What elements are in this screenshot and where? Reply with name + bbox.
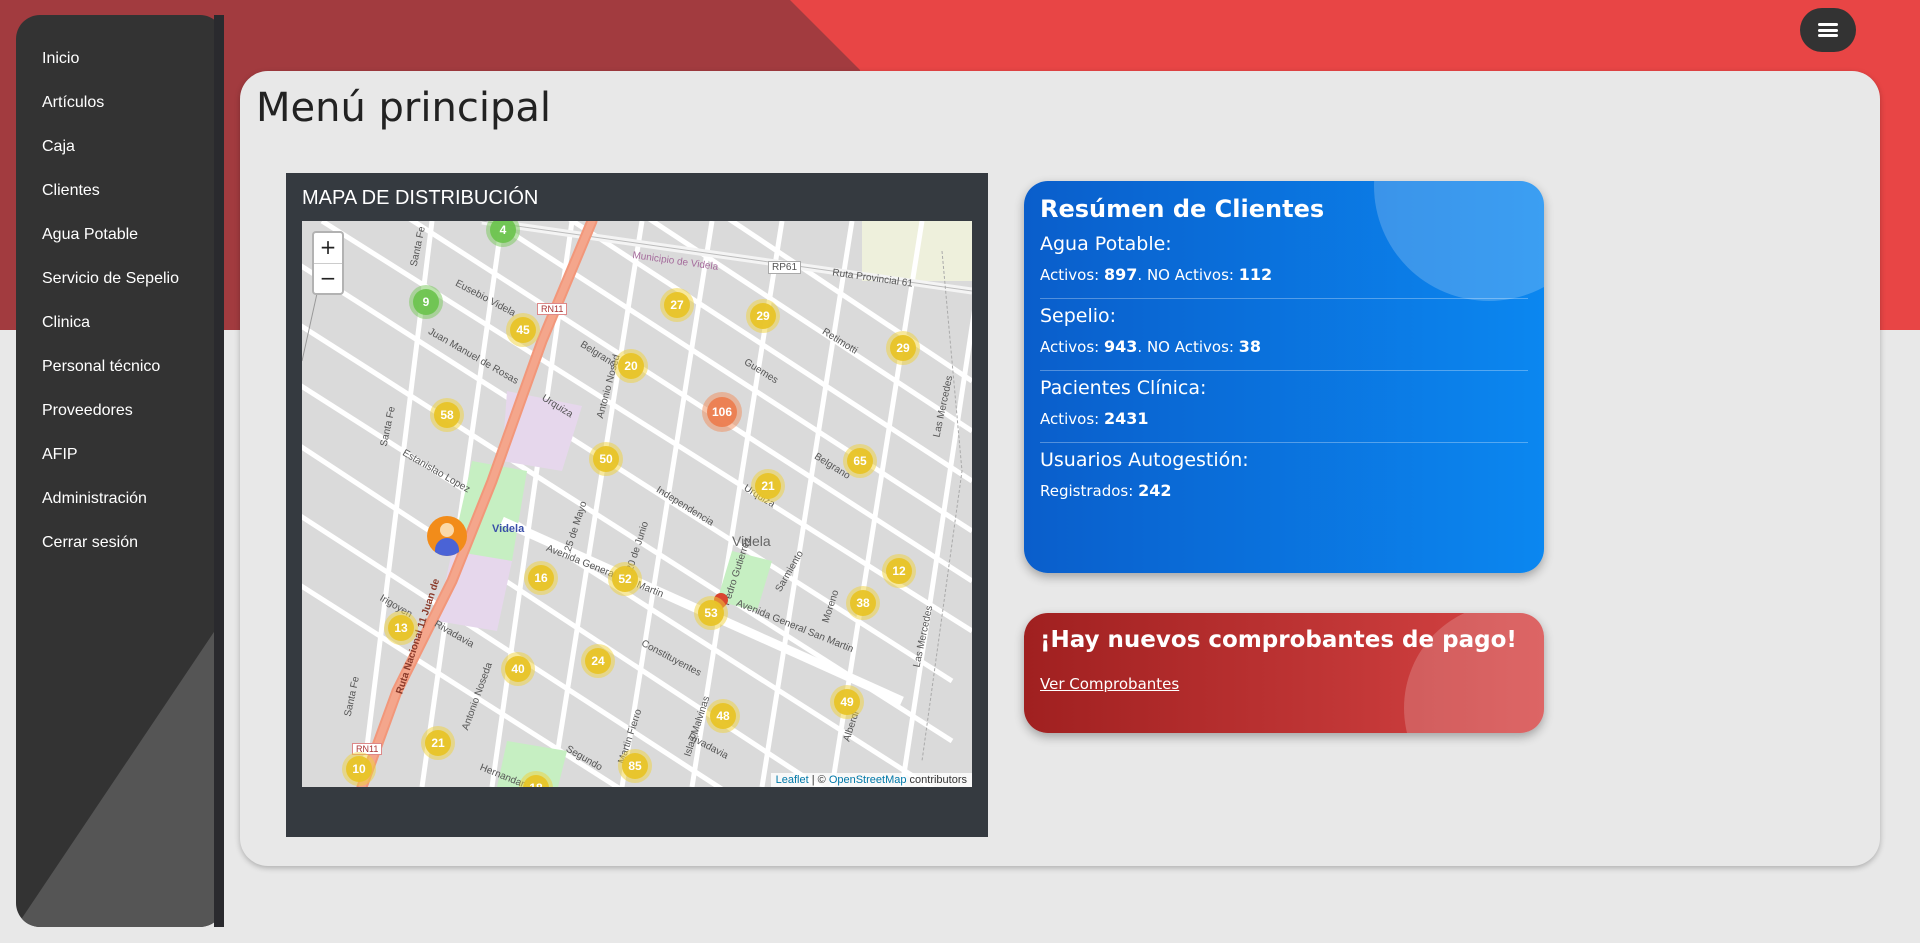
map-label-town-marker: Videla bbox=[492, 523, 525, 535]
map-cluster[interactable]: 9 bbox=[409, 285, 443, 319]
sepelio-active-label: Activos: bbox=[1040, 338, 1100, 356]
sidebar-item-servicio-sepelio[interactable]: Servicio de Sepelio bbox=[16, 257, 224, 301]
main-panel: Menú principal MAPA DE DISTRIBUCIÓN Muni… bbox=[240, 71, 1880, 866]
sidebar-item-agua-potable[interactable]: Agua Potable bbox=[16, 213, 224, 257]
sidebar-item-clientes[interactable]: Clientes bbox=[16, 169, 224, 213]
map-cluster[interactable]: 53 bbox=[694, 596, 728, 630]
sepelio-active-count: 943 bbox=[1104, 337, 1138, 356]
map-zoom-control: + − bbox=[312, 231, 344, 295]
map-cluster[interactable]: 27 bbox=[660, 288, 694, 322]
map-cluster[interactable]: 38 bbox=[846, 586, 880, 620]
agua-active-label: Activos: bbox=[1040, 266, 1100, 284]
agua-stats: Activos: 897. NO Activos: 112 bbox=[1040, 265, 1528, 284]
summary-agua-potable: Agua Potable: Activos: 897. NO Activos: … bbox=[1040, 227, 1528, 299]
map-cluster[interactable]: 24 bbox=[581, 644, 615, 678]
map-cluster[interactable]: 48 bbox=[706, 699, 740, 733]
menu-toggle-button[interactable] bbox=[1800, 8, 1856, 52]
map-cluster[interactable]: 40 bbox=[501, 652, 535, 686]
map-tiles bbox=[302, 221, 972, 787]
zoom-in-button[interactable]: + bbox=[314, 233, 342, 263]
user-location-marker-icon[interactable] bbox=[427, 516, 467, 556]
attribution-suffix: contributors bbox=[906, 774, 967, 786]
map-cluster[interactable]: 65 bbox=[843, 444, 877, 478]
map-cluster[interactable]: 21 bbox=[421, 726, 455, 760]
agua-active-count: 897 bbox=[1104, 265, 1138, 284]
sepelio-inactive-count: 38 bbox=[1238, 337, 1262, 356]
sidebar-item-administracion[interactable]: Administración bbox=[16, 477, 224, 521]
map-cluster[interactable]: 52 bbox=[608, 562, 642, 596]
usuarios-registered-count: 242 bbox=[1138, 481, 1172, 500]
clinica-heading: Pacientes Clínica: bbox=[1040, 377, 1207, 399]
page-title: Menú principal bbox=[256, 85, 551, 131]
map-attribution: Leaflet | © OpenStreetMap contributors bbox=[770, 773, 972, 787]
clients-summary-card: Resúmen de Clientes Agua Potable: Activo… bbox=[1024, 181, 1544, 573]
view-receipts-link[interactable]: Ver Comprobantes bbox=[1040, 675, 1179, 693]
map-cluster[interactable]: 12 bbox=[882, 554, 916, 588]
sidebar: Inicio Artículos Caja Clientes Agua Pota… bbox=[16, 15, 224, 927]
sidebar-item-proveedores[interactable]: Proveedores bbox=[16, 389, 224, 433]
openstreetmap-link[interactable]: OpenStreetMap bbox=[829, 774, 907, 786]
map-label-rn11-top: RN11 bbox=[537, 303, 568, 315]
sidebar-item-cerrar-sesion[interactable]: Cerrar sesión bbox=[16, 521, 224, 565]
clinica-active-label: Activos: bbox=[1040, 410, 1100, 428]
map-cluster[interactable]: 45 bbox=[506, 313, 540, 347]
map-cluster[interactable]: 29 bbox=[886, 331, 920, 365]
map-cluster[interactable]: 21 bbox=[751, 469, 785, 503]
summary-usuarios: Usuarios Autogestión: Registrados: 242 bbox=[1040, 443, 1528, 514]
agua-inactive-label: . NO Activos: bbox=[1137, 266, 1234, 284]
map-cluster[interactable]: 49 bbox=[830, 685, 864, 719]
map-title: MAPA DE DISTRIBUCIÓN bbox=[302, 187, 539, 209]
sepelio-inactive-label: . NO Activos: bbox=[1137, 338, 1234, 356]
map-label-rp61: RP61 bbox=[768, 261, 802, 274]
zoom-out-button[interactable]: − bbox=[314, 263, 342, 293]
sidebar-item-afip[interactable]: AFIP bbox=[16, 433, 224, 477]
sepelio-stats: Activos: 943. NO Activos: 38 bbox=[1040, 337, 1528, 356]
map-cluster[interactable]: 106 bbox=[702, 392, 742, 432]
sidebar-item-clinica[interactable]: Clinica bbox=[16, 301, 224, 345]
sidebar-item-inicio[interactable]: Inicio bbox=[16, 37, 224, 81]
summary-clinica: Pacientes Clínica: Activos: 2431 bbox=[1040, 371, 1528, 443]
hamburger-icon bbox=[1818, 23, 1838, 37]
summary-title: Resúmen de Clientes bbox=[1040, 195, 1325, 223]
usuarios-heading: Usuarios Autogestión: bbox=[1040, 449, 1249, 471]
map-cluster[interactable]: 29 bbox=[746, 299, 780, 333]
map-card: MAPA DE DISTRIBUCIÓN Municipio de Videla… bbox=[286, 173, 988, 837]
map-cluster[interactable]: 58 bbox=[430, 398, 464, 432]
attribution-separator: | © bbox=[808, 774, 829, 786]
payment-receipts-alert: ¡Hay nuevos comprobantes de pago! Ver Co… bbox=[1024, 613, 1544, 733]
clinica-active-count: 2431 bbox=[1104, 409, 1149, 428]
sepelio-heading: Sepelio: bbox=[1040, 305, 1117, 327]
map-cluster[interactable]: 16 bbox=[524, 561, 558, 595]
sidebar-item-articulos[interactable]: Artículos bbox=[16, 81, 224, 125]
map-cluster[interactable]: 20 bbox=[614, 349, 648, 383]
map-cluster[interactable]: 13 bbox=[384, 611, 418, 645]
sidebar-menu: Inicio Artículos Caja Clientes Agua Pota… bbox=[16, 15, 224, 565]
leaflet-link[interactable]: Leaflet bbox=[776, 774, 809, 786]
agua-inactive-count: 112 bbox=[1238, 265, 1273, 284]
usuarios-stats: Registrados: 242 bbox=[1040, 481, 1528, 500]
distribution-map[interactable]: Municipio de Videla RP61 Ruta Provincial… bbox=[302, 221, 972, 787]
sidebar-item-personal-tecnico[interactable]: Personal técnico bbox=[16, 345, 224, 389]
clinica-stats: Activos: 2431 bbox=[1040, 409, 1528, 428]
summary-sepelio: Sepelio: Activos: 943. NO Activos: 38 bbox=[1040, 299, 1528, 371]
agua-heading: Agua Potable: bbox=[1040, 233, 1172, 255]
map-cluster[interactable]: 10 bbox=[342, 752, 376, 786]
alert-title: ¡Hay nuevos comprobantes de pago! bbox=[1040, 627, 1517, 653]
map-cluster[interactable]: 85 bbox=[618, 749, 652, 783]
map-cluster[interactable]: 50 bbox=[589, 442, 623, 476]
sidebar-item-caja[interactable]: Caja bbox=[16, 125, 224, 169]
usuarios-registered-label: Registrados: bbox=[1040, 482, 1134, 500]
